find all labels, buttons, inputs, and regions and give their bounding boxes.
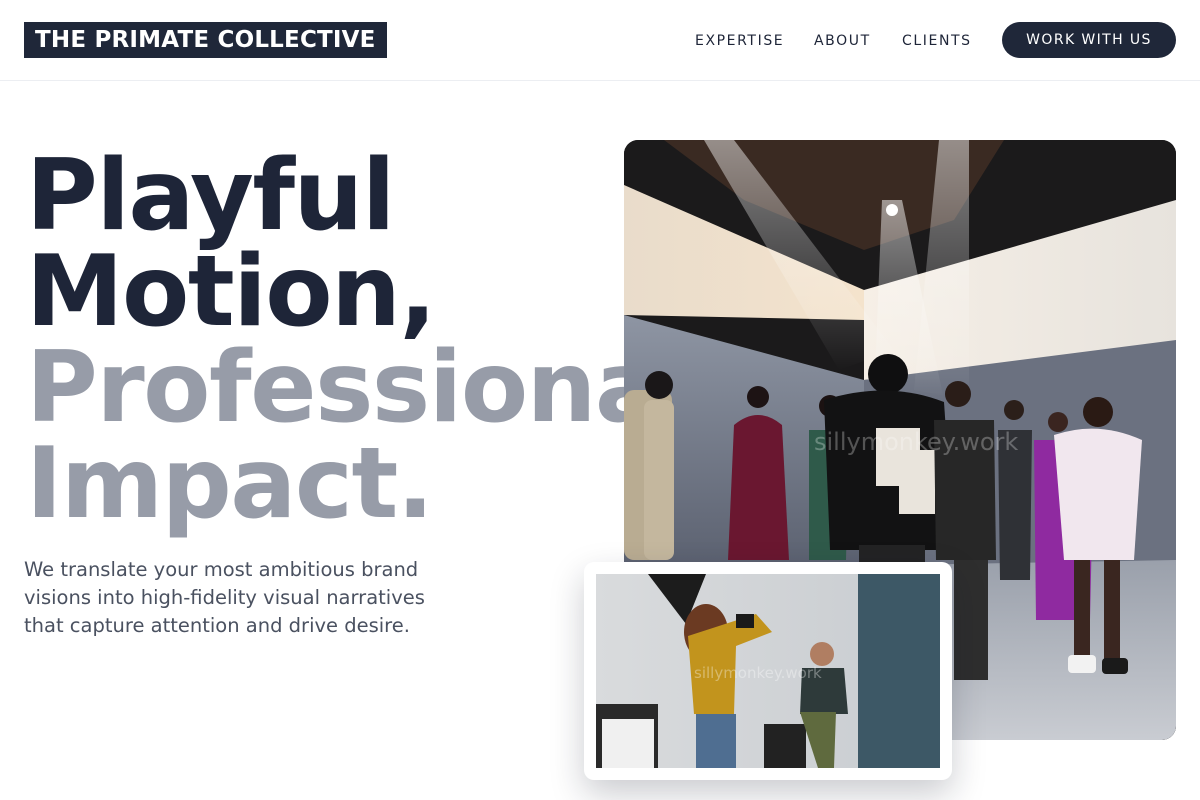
site-logo[interactable]: THE PRIMATE COLLECTIVE — [24, 22, 387, 58]
headline-line-1: Playful — [26, 139, 395, 253]
work-with-us-button[interactable]: WORK WITH US — [1002, 22, 1176, 58]
nav-link-clients[interactable]: CLIENTS — [902, 33, 972, 49]
main-image-watermark: sillymonkey.work — [814, 428, 1018, 456]
inset-image-watermark: sillymonkey.work — [694, 664, 822, 682]
photographer-photo-card: sillymonkey.work — [584, 562, 952, 780]
photographer-illustration: sillymonkey.work — [596, 574, 940, 768]
hero-lead-paragraph: We translate your most ambitious brand v… — [24, 558, 425, 637]
nav-link-expertise[interactable]: EXPERTISE — [695, 33, 784, 49]
nav-link-about[interactable]: ABOUT — [814, 33, 871, 49]
photographer-photo: sillymonkey.work — [596, 574, 940, 768]
headline-line-3: Professional — [26, 331, 693, 445]
site-header: THE PRIMATE COLLECTIVE EXPERTISE ABOUT C… — [0, 0, 1200, 81]
hero-headline: Playful Motion, Professional Impact. — [26, 139, 693, 541]
headline-line-4: Impact. — [26, 427, 434, 541]
headline-line-2: Motion, — [26, 235, 437, 349]
